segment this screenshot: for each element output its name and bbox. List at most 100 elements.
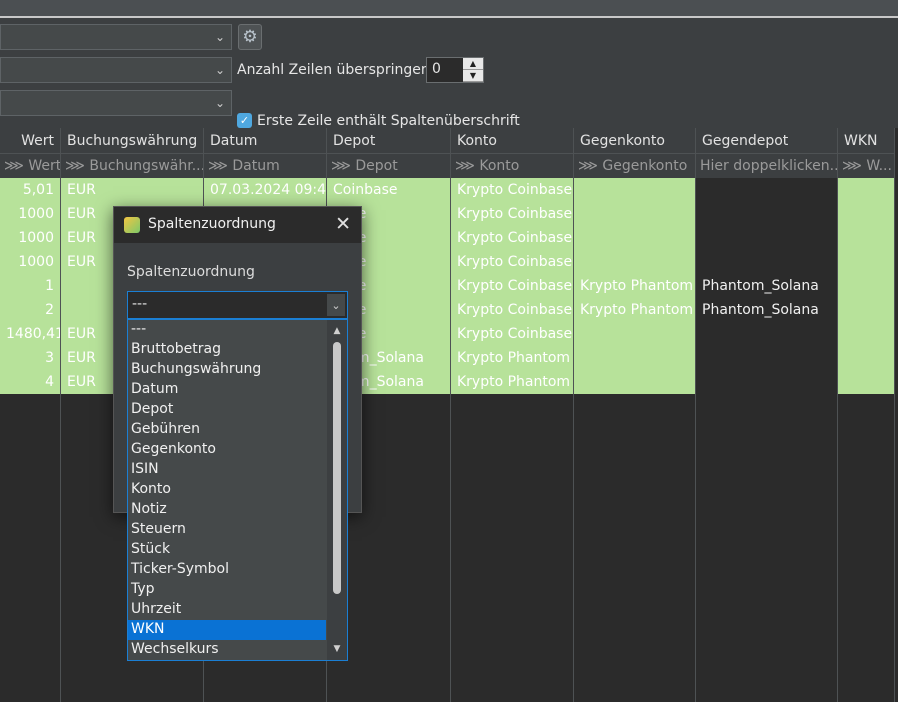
header-row-label: Erste Zeile enthält Spaltenüberschrift: [257, 113, 520, 129]
column-mapping[interactable]: Hier doppelklicken...: [696, 154, 837, 178]
option-bruttobetrag[interactable]: Bruttobetrag: [128, 340, 326, 360]
option-steuern[interactable]: Steuern: [128, 520, 326, 540]
table-cell: [574, 322, 695, 346]
column-mapping[interactable]: ⋙ Buchungswähr...: [61, 154, 203, 178]
column-mapping[interactable]: ⋙ Datum: [204, 154, 326, 178]
column-wkn: WKN ⋙ W...: [838, 128, 895, 702]
option-konto[interactable]: Konto: [128, 480, 326, 500]
table-cell: 4: [0, 370, 60, 394]
table-cell: Phantom_Solana: [702, 302, 819, 318]
top-bar: [0, 0, 898, 18]
table-cell: 1000: [0, 250, 60, 274]
table-cell: 1480,41: [0, 322, 60, 346]
option-buchungswaehrung[interactable]: Buchungswährung: [128, 360, 326, 380]
table-cell: 07.03.2024 09:46: [204, 178, 326, 202]
file-type-combo[interactable]: ⌄: [0, 24, 232, 50]
table-cell: [574, 178, 695, 202]
delimiter-combo[interactable]: ⌄: [0, 57, 232, 83]
table-cell: Krypto Coinbase: [451, 202, 573, 226]
option-isin[interactable]: ISIN: [128, 460, 326, 480]
table-cell: Krypto Phantom: [574, 298, 695, 322]
column-mapping[interactable]: ⋙ Gegenkonto: [574, 154, 695, 178]
import-settings-panel: ⌄ ⚙ ⌄ Anzahl Zeilen überspringen: 0 ▲ ▼ …: [0, 18, 898, 129]
option-uhrzeit[interactable]: Uhrzeit: [128, 600, 326, 620]
dialog-title: Spaltenzuordnung: [148, 216, 276, 232]
table-cell: EUR: [61, 178, 203, 202]
option-wkn[interactable]: WKN: [128, 620, 326, 640]
option-wechselkurs[interactable]: Wechselkurs: [128, 640, 326, 660]
table-cell: 1: [0, 274, 60, 298]
option-gebuehren[interactable]: Gebühren: [128, 420, 326, 440]
skip-rows-spinner[interactable]: 0 ▲ ▼: [426, 57, 484, 83]
column-mapping[interactable]: ⋙ Wert: [0, 154, 60, 178]
skip-rows-value[interactable]: 0: [432, 61, 441, 77]
checkmark-icon: ✓: [239, 114, 250, 127]
app-icon: [124, 217, 140, 233]
table-cell: 3: [0, 346, 60, 370]
column-mapping[interactable]: ⋙ Konto: [451, 154, 573, 178]
option-typ[interactable]: Typ: [128, 580, 326, 600]
close-icon[interactable]: ✕: [335, 213, 351, 235]
column-header[interactable]: Datum: [204, 128, 326, 154]
table-cell: Krypto Coinbase: [451, 178, 573, 202]
table-cell: Coinbase: [327, 178, 450, 202]
gear-icon[interactable]: ⚙: [238, 24, 262, 50]
skip-rows-label: Anzahl Zeilen überspringen:: [237, 62, 435, 78]
table-cell: Phantom_Solana: [702, 278, 819, 294]
column-header[interactable]: Gegenkonto: [574, 128, 695, 154]
table-cell: 5,01: [0, 178, 60, 202]
column-header[interactable]: Gegendepot: [696, 128, 837, 154]
option-depot[interactable]: Depot: [128, 400, 326, 420]
table-cell: 2: [0, 298, 60, 322]
column-mapping[interactable]: ⋙ W...: [838, 154, 894, 178]
option-datum[interactable]: Datum: [128, 380, 326, 400]
mapping-combo[interactable]: --- ⌄: [127, 291, 348, 319]
scroll-up-icon[interactable]: ▲: [327, 322, 347, 340]
table-cell: Krypto Phantom: [451, 370, 573, 394]
column-wert: Wert ⋙ Wert 5,01 1000 1000 1000 1 2 1480…: [0, 128, 61, 702]
option-stueck[interactable]: Stück: [128, 540, 326, 560]
column-header[interactable]: Depot: [327, 128, 450, 154]
mapping-combo-value: ---: [132, 296, 148, 312]
table-cell: Krypto Coinbase: [451, 226, 573, 250]
column-header[interactable]: Konto: [451, 128, 573, 154]
mapping-label: Spaltenzuordnung: [127, 264, 255, 280]
chevron-down-icon: ⌄: [214, 63, 226, 77]
column-gegenkonto: Gegenkonto ⋙ Gegenkonto Krypto Phantom K…: [574, 128, 696, 702]
scrollbar-thumb[interactable]: [333, 342, 341, 594]
table-cell: Krypto Coinbase: [451, 274, 573, 298]
column-header[interactable]: WKN: [838, 128, 894, 154]
table-cell: Krypto Coinbase: [451, 298, 573, 322]
table-cell: [574, 250, 695, 274]
column-mapping[interactable]: ⋙ Depot: [327, 154, 450, 178]
table-cell: [574, 226, 695, 250]
chevron-down-icon: ⌄: [214, 96, 226, 110]
option-gegenkonto[interactable]: Gegenkonto: [128, 440, 326, 460]
table-cell: [574, 346, 695, 370]
encoding-combo[interactable]: ⌄: [0, 90, 232, 116]
scroll-down-icon[interactable]: ▼: [327, 640, 347, 658]
table-cell: 1000: [0, 226, 60, 250]
table-cell: 1000: [0, 202, 60, 226]
table-cell: Krypto Phantom: [574, 274, 695, 298]
table-cell: [838, 178, 894, 394]
table-cell: [574, 370, 695, 394]
dialog-title-bar[interactable]: Spaltenzuordnung ✕: [114, 207, 361, 243]
column-header[interactable]: Wert: [0, 128, 60, 154]
chevron-down-icon: ⌄: [214, 30, 226, 44]
chevron-down-icon[interactable]: ⌄: [327, 294, 345, 316]
option-none[interactable]: ---: [128, 320, 326, 340]
dropdown-scrollbar[interactable]: ▲ ▼: [327, 320, 347, 660]
mapping-dropdown-list[interactable]: --- Bruttobetrag Buchungswährung Datum D…: [127, 319, 348, 661]
table-cell: [574, 202, 695, 226]
option-ticker-symbol[interactable]: Ticker-Symbol: [128, 560, 326, 580]
table-cell: Krypto Phantom: [451, 346, 573, 370]
spin-up-icon[interactable]: ▲: [463, 58, 483, 70]
table-cell: Krypto Coinbase: [451, 250, 573, 274]
header-row-checkbox[interactable]: ✓: [237, 113, 252, 128]
column-konto: Konto ⋙ Konto Krypto Coinbase Krypto Coi…: [451, 128, 574, 702]
column-header[interactable]: Buchungswährung: [61, 128, 203, 154]
option-notiz[interactable]: Notiz: [128, 500, 326, 520]
table-cell: Krypto Coinbase: [451, 322, 573, 346]
spin-down-icon[interactable]: ▼: [463, 70, 483, 82]
